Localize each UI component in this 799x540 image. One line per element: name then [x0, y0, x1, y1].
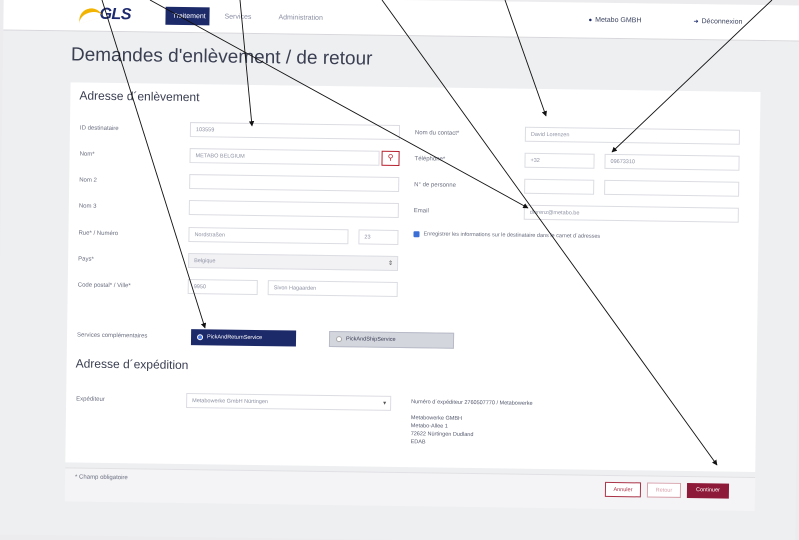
nav-administration[interactable]: Administration [271, 8, 330, 27]
nav-traitement[interactable]: Traitement [165, 6, 210, 26]
pick-and-return-option[interactable]: PickAndReturnService [190, 329, 297, 347]
page-title: Demandes d'enlèvement / de retour [70, 44, 373, 70]
logout-icon: ➜ [693, 19, 699, 26]
sender-value: Metabowerke GmbH Nürtingen [192, 398, 268, 406]
user-icon: ● [588, 17, 593, 24]
name2-input[interactable] [189, 174, 400, 192]
country-value: Belgique [194, 258, 216, 265]
person-number-extra-input[interactable] [604, 179, 740, 197]
main-form-card: Adresse d´enlèvement ID destinataire 103… [65, 82, 761, 472]
name1-label: Nom* [79, 151, 95, 158]
house-number-input[interactable]: 23 [358, 229, 399, 245]
recipient-id-label: ID destinataire [79, 125, 119, 133]
pick-and-return-label: PickAndReturnService [206, 334, 263, 342]
logout-link[interactable]: ➜ Déconnexion [693, 18, 742, 26]
sender-number: Numéro d´expéditeur 2760507770 / Metabow… [411, 399, 533, 407]
search-icon: ⚲ [387, 152, 394, 162]
name3-input[interactable] [188, 200, 399, 218]
sender-address-line4: EDAB [410, 439, 426, 446]
page: GLS Traitement Services Administration ●… [0, 0, 799, 540]
pickup-address-title: Adresse d´enlèvement [79, 88, 200, 105]
person-number-label: N° de personne [414, 182, 456, 189]
required-field-note: * Champ obligatoire [75, 474, 128, 482]
name3-label: Nom 3 [78, 203, 97, 210]
radio-selected-icon [197, 334, 204, 341]
email-label: Email [413, 208, 429, 215]
phone-label: Téléphone* [414, 156, 446, 163]
save-address-label: Enregistrer les informations sur le dest… [423, 231, 601, 240]
zip-input[interactable]: 9950 [187, 279, 258, 296]
contact-input[interactable]: David Lorenzen [524, 126, 740, 145]
cancel-button[interactable]: Annuler [604, 481, 642, 498]
country-select[interactable]: Belgique ⇕ [188, 253, 399, 271]
logo-text: GLS [99, 5, 132, 24]
continue-button[interactable]: Continuer [686, 483, 730, 499]
user-menu[interactable]: ● Metabo GMBH [588, 17, 641, 25]
pick-and-ship-option[interactable]: PickAndShipService [328, 331, 455, 349]
phone-prefix-input[interactable]: +32 [524, 152, 595, 169]
sender-label: Expéditeur [76, 396, 105, 403]
back-button[interactable]: Retour [646, 482, 682, 498]
person-number-input[interactable] [524, 178, 595, 195]
recipient-id-input[interactable]: 103559 [189, 122, 401, 140]
radio-unselected-icon [335, 336, 343, 343]
logout-label: Déconnexion [701, 18, 743, 26]
name2-label: Nom 2 [79, 177, 97, 184]
select-arrow-icon: ⇕ [388, 260, 394, 267]
city-input[interactable]: Sivon Hagaarden [267, 280, 398, 297]
street-label: Rue* / Numéro [78, 230, 119, 238]
top-navigation-bar: GLS Traitement Services Administration ●… [3, 0, 799, 42]
services-label: Services complémentaires [77, 332, 148, 340]
phone-input[interactable]: 09673310 [604, 153, 740, 171]
gls-logo[interactable]: GLS [76, 4, 132, 25]
dropdown-arrow-icon: ▾ [383, 400, 387, 407]
pick-and-ship-label: PickAndShipService [345, 336, 396, 343]
sender-select[interactable]: Metabowerke GmbH Nürtingen ▾ [186, 393, 392, 411]
street-input[interactable]: Nordstraßen [188, 227, 349, 245]
zip-city-label: Code postal* / Ville* [77, 282, 131, 290]
user-name: Metabo GMBH [595, 16, 642, 25]
form-footer: * Champ obligatoire Annuler Retour Conti… [64, 467, 756, 511]
shipping-address-title: Adresse d´expédition [75, 356, 189, 373]
name1-input[interactable]: METABO BELGIUM [189, 148, 380, 166]
nav-services[interactable]: Services [217, 7, 258, 26]
email-input[interactable]: dlorenz@metabo.be [523, 204, 739, 223]
save-address-checkbox[interactable] [413, 231, 420, 238]
contact-label: Nom du contact* [414, 130, 460, 137]
search-button[interactable]: ⚲ [381, 150, 400, 166]
country-label: Pays* [78, 256, 94, 263]
